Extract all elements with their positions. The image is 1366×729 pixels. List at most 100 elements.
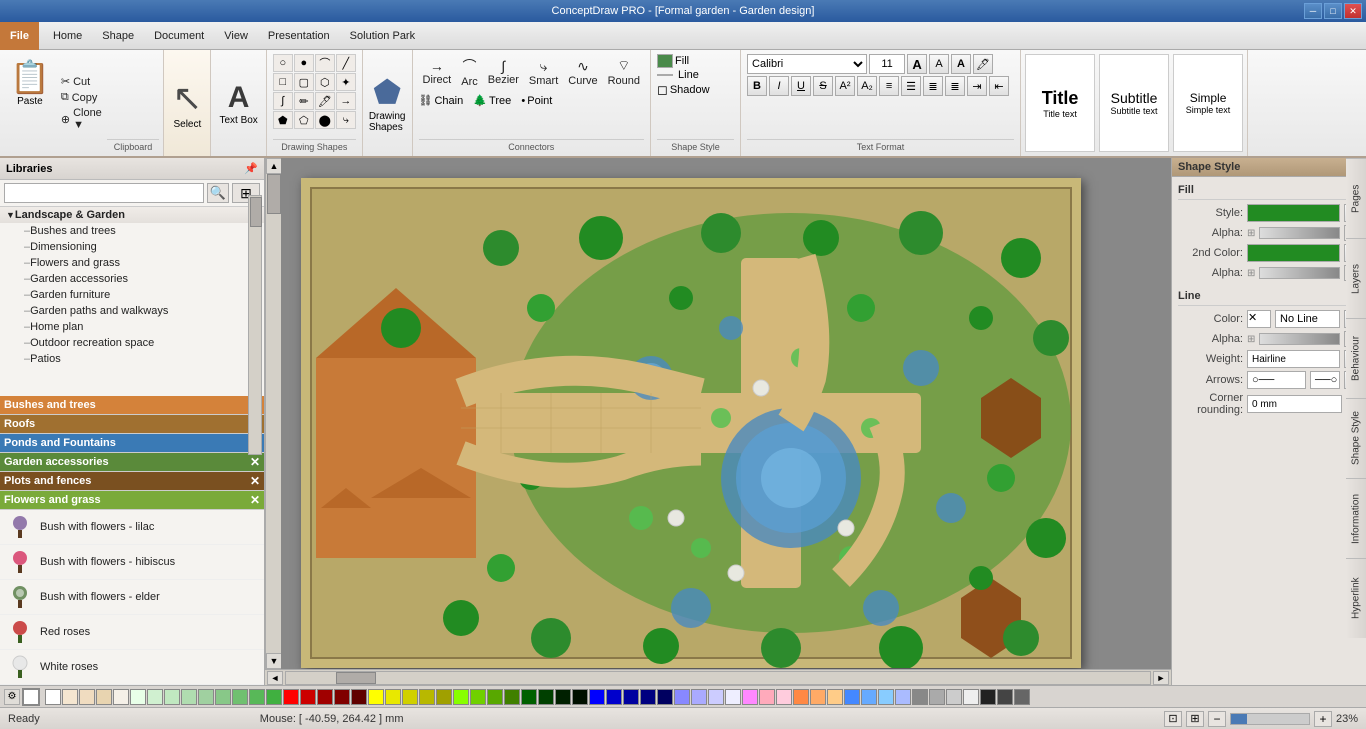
vscroll-up-button[interactable]: ▲: [266, 158, 282, 174]
hscroll-left-button[interactable]: ◄: [267, 671, 283, 685]
library-vscroll[interactable]: [248, 195, 262, 455]
palette-color-24[interactable]: [453, 689, 469, 705]
underline-button[interactable]: U: [791, 76, 811, 96]
tree-item-home[interactable]: Home plan: [0, 319, 264, 335]
panel-garden-acc-close[interactable]: ✕: [250, 455, 260, 469]
font-highlight-button[interactable]: 🖊: [973, 54, 993, 74]
tree-item-garden-acc[interactable]: Garden accessories: [0, 271, 264, 287]
lib-item-red-roses[interactable]: Red roses: [0, 615, 264, 650]
shape-more3[interactable]: ⬤: [315, 111, 335, 129]
no-color-button[interactable]: [22, 688, 40, 706]
alpha-slider2[interactable]: [1259, 267, 1340, 279]
shape-more1[interactable]: ⬟: [273, 111, 293, 129]
arc-button[interactable]: ⌒ Arc: [457, 54, 482, 90]
tree-item-outdoor[interactable]: Outdoor recreation space: [0, 335, 264, 351]
palette-color-0[interactable]: [45, 689, 61, 705]
direct-button[interactable]: → Direct: [419, 56, 456, 88]
palette-color-44[interactable]: [793, 689, 809, 705]
palette-color-53[interactable]: [946, 689, 962, 705]
palette-color-36[interactable]: [657, 689, 673, 705]
palette-color-18[interactable]: [351, 689, 367, 705]
palette-color-50[interactable]: [895, 689, 911, 705]
hscroll-right-button[interactable]: ►: [1153, 671, 1169, 685]
shape-style-tab[interactable]: Shape Style: [1346, 398, 1366, 478]
palette-color-12[interactable]: [249, 689, 265, 705]
tree-item-paths[interactable]: Garden paths and walkways: [0, 303, 264, 319]
tree-item-flowers[interactable]: Flowers and grass: [0, 255, 264, 271]
shape-circle[interactable]: ●: [294, 54, 314, 72]
palette-color-31[interactable]: [572, 689, 588, 705]
palette-color-28[interactable]: [521, 689, 537, 705]
select-button[interactable]: ↖ Select: [172, 54, 202, 152]
drawing-shapes-big-button[interactable]: ⬟ DrawingShapes: [369, 73, 406, 133]
lib-item-white-roses[interactable]: White roses: [0, 650, 264, 685]
shape-bezier[interactable]: ∫: [273, 92, 293, 110]
smart-button[interactable]: ⤷ Smart: [525, 56, 562, 89]
tree-item-dimensioning[interactable]: Dimensioning: [0, 239, 264, 255]
hyperlink-tab[interactable]: Hyperlink: [1346, 558, 1366, 638]
palette-color-57[interactable]: [1014, 689, 1030, 705]
palette-color-43[interactable]: [776, 689, 792, 705]
file-menu[interactable]: File: [0, 22, 39, 50]
tree-item-bushes[interactable]: Bushes and trees: [0, 223, 264, 239]
font-color-button[interactable]: A: [951, 54, 971, 74]
zoom-slider[interactable]: [1230, 713, 1310, 725]
palette-color-34[interactable]: [623, 689, 639, 705]
palette-color-52[interactable]: [929, 689, 945, 705]
library-search-input[interactable]: [4, 183, 204, 203]
palette-color-9[interactable]: [198, 689, 214, 705]
palette-color-45[interactable]: [810, 689, 826, 705]
palette-color-25[interactable]: [470, 689, 486, 705]
panel-plots-close[interactable]: ✕: [250, 474, 260, 488]
palette-color-20[interactable]: [385, 689, 401, 705]
information-tab[interactable]: Information: [1346, 478, 1366, 558]
shape-arc[interactable]: ⌒: [315, 54, 335, 72]
font-grow-button[interactable]: A: [907, 54, 927, 74]
curve-button[interactable]: ∿ Curve: [564, 56, 601, 89]
palette-color-19[interactable]: [368, 689, 384, 705]
shape-freehand[interactable]: ✏: [294, 92, 314, 110]
palette-color-3[interactable]: [96, 689, 112, 705]
align-justify-button[interactable]: ≣: [945, 76, 965, 96]
palette-color-30[interactable]: [555, 689, 571, 705]
zoom-fit-button[interactable]: ⊞: [1186, 711, 1204, 727]
palette-color-42[interactable]: [759, 689, 775, 705]
font-shrink-button[interactable]: A: [929, 54, 949, 74]
palette-color-8[interactable]: [181, 689, 197, 705]
paste-button[interactable]: 📋 Paste: [4, 54, 56, 152]
behaviour-tab[interactable]: Behaviour: [1346, 318, 1366, 398]
palette-color-17[interactable]: [334, 689, 350, 705]
italic-button[interactable]: I: [769, 76, 789, 96]
palette-color-41[interactable]: [742, 689, 758, 705]
simple-text-button[interactable]: Simple Simple text: [1173, 54, 1243, 152]
palette-color-10[interactable]: [215, 689, 231, 705]
zoom-in-button[interactable]: +: [1314, 711, 1332, 727]
tree-root-item[interactable]: Landscape & Garden: [0, 207, 264, 223]
palette-color-7[interactable]: [164, 689, 180, 705]
alpha-slider1[interactable]: [1259, 227, 1340, 239]
fit-page-button[interactable]: ⊡: [1164, 711, 1182, 727]
palette-color-6[interactable]: [147, 689, 163, 705]
palette-color-29[interactable]: [538, 689, 554, 705]
text-box-button[interactable]: A Text Box: [219, 81, 257, 126]
presentation-menu[interactable]: Presentation: [258, 26, 340, 46]
layers-tab[interactable]: Layers: [1346, 238, 1366, 318]
palette-color-51[interactable]: [912, 689, 928, 705]
shape-rrect[interactable]: ▢: [294, 73, 314, 91]
palette-color-5[interactable]: [130, 689, 146, 705]
zoom-out-button[interactable]: −: [1208, 711, 1226, 727]
minimize-button[interactable]: ─: [1304, 3, 1322, 19]
strikethrough-button[interactable]: S: [813, 76, 833, 96]
palette-color-2[interactable]: [79, 689, 95, 705]
hscroll-thumb[interactable]: [336, 672, 376, 684]
palette-color-33[interactable]: [606, 689, 622, 705]
vscroll-down-button[interactable]: ▼: [266, 653, 282, 669]
round-button[interactable]: ⌔ Round: [604, 55, 644, 89]
palette-color-54[interactable]: [963, 689, 979, 705]
shape-star[interactable]: ✦: [336, 73, 356, 91]
palette-color-49[interactable]: [878, 689, 894, 705]
copy-button[interactable]: ⧉ Copy: [58, 90, 105, 105]
palette-color-32[interactable]: [589, 689, 605, 705]
palette-color-35[interactable]: [640, 689, 656, 705]
panel-flowers-close[interactable]: ✕: [250, 493, 260, 507]
